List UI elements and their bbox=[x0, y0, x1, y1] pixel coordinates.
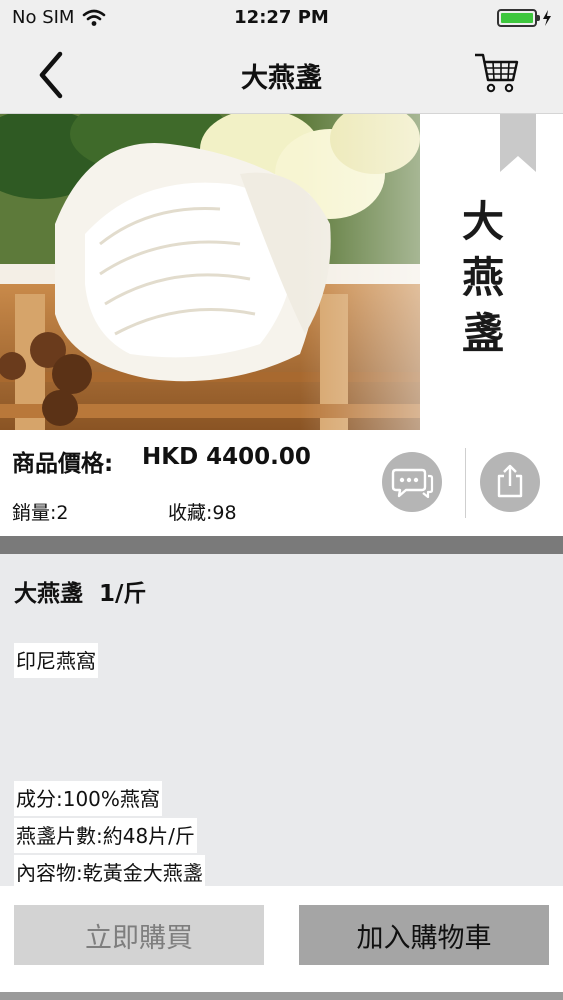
battery-fill bbox=[501, 13, 533, 23]
shopping-cart-icon bbox=[475, 53, 519, 93]
status-bar: No SIM 12:27 PM bbox=[0, 0, 563, 36]
buy-now-button[interactable]: 立即購買 bbox=[14, 905, 264, 965]
description-line: 印尼燕窩 bbox=[14, 643, 98, 678]
price-value: HKD 4400.00 bbox=[142, 444, 311, 470]
status-time: 12:27 PM bbox=[234, 7, 329, 28]
product-description: 大燕盞 1/斤 印尼燕窩 成分:100%燕窩 燕盞片數:約48片/斤 內容物:乾… bbox=[0, 554, 563, 886]
price-label: 商品價格: bbox=[12, 451, 114, 477]
charging-icon bbox=[543, 10, 551, 26]
battery-icon bbox=[497, 9, 540, 27]
add-to-cart-button[interactable]: 加入購物車 bbox=[299, 905, 549, 965]
hero-caption-char: 燕 bbox=[461, 253, 504, 302]
cart-button[interactable] bbox=[471, 48, 521, 98]
hero-caption-char: 大 bbox=[461, 197, 504, 246]
description-line: 成分:100%燕窩 bbox=[14, 781, 162, 816]
share-icon bbox=[497, 464, 523, 498]
share-button[interactable] bbox=[480, 452, 540, 512]
bottom-action-bar: 立即購買 加入購物車 bbox=[0, 886, 563, 1000]
description-line: 燕盞片數:約48片/斤 bbox=[14, 818, 197, 853]
bottom-strip bbox=[0, 992, 563, 1000]
price-section: 商品價格: HKD 4400.00 銷量:2 收藏:98 bbox=[0, 430, 563, 536]
description-title: 大燕盞 1/斤 bbox=[14, 581, 147, 607]
section-divider bbox=[0, 536, 563, 554]
divider bbox=[465, 448, 466, 518]
chat-bubbles-icon bbox=[391, 468, 434, 499]
product-image: 大 燕 盞 bbox=[0, 114, 563, 430]
favorites-count: 收藏:98 bbox=[168, 502, 237, 524]
hero-caption-char: 盞 bbox=[461, 309, 504, 358]
chat-button[interactable] bbox=[382, 452, 442, 512]
sales-count: 銷量:2 bbox=[12, 502, 69, 524]
nav-bar: 大燕盞 bbox=[0, 36, 563, 114]
status-right bbox=[497, 9, 553, 27]
hero-caption: 大 燕 盞 bbox=[458, 194, 508, 362]
description-line: 內容物:乾黃金大燕盞 bbox=[14, 855, 205, 886]
